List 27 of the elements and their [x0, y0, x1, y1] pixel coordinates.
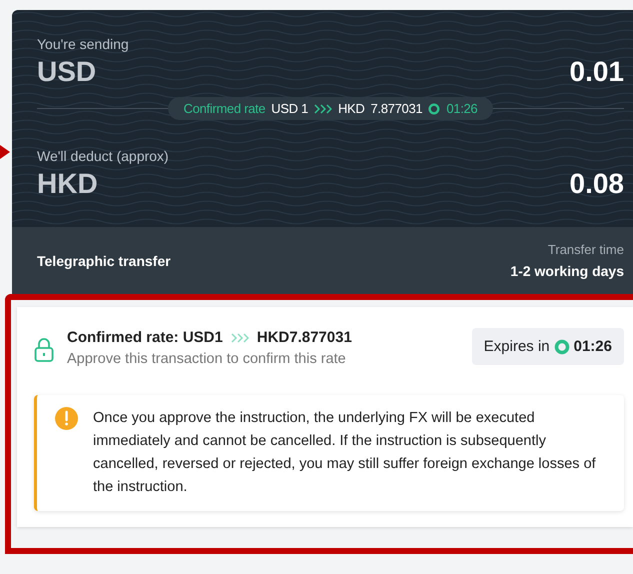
sending-label: You're sending	[37, 36, 130, 52]
rate-timer: 01:26	[446, 101, 478, 116]
rate-value: 7.877031	[370, 101, 422, 116]
deduct-amount: 0.08	[570, 168, 624, 200]
sending-amount: 0.01	[570, 56, 624, 88]
annotation-arrow-icon	[0, 144, 10, 160]
transfer-time-value: 1-2 working days	[510, 263, 624, 279]
confirmed-rate-to: HKD7.877031	[256, 329, 352, 346]
expires-time: 01:26	[574, 338, 612, 355]
warning-icon	[55, 407, 78, 430]
lock-icon	[34, 337, 54, 363]
warning-text: Once you approve the instruction, the underlying FX will be executed immediately and cannot be cancelled. If the instruction is subsequently cancelled, reversed or rejected, you may still suffer foreign exchange losses of the instruction.	[93, 409, 597, 497]
rate-label: Confirmed rate	[183, 101, 266, 116]
rate-from: USD 1	[271, 101, 308, 116]
rate-subtitle: Approve this transaction to confirm this rate	[67, 351, 347, 367]
timer-ring-icon	[554, 338, 570, 354]
deduct-currency: HKD	[37, 168, 98, 200]
expires-label: Expires in	[484, 338, 550, 355]
chevrons-icon	[314, 104, 332, 114]
timer-ring-icon	[428, 102, 440, 114]
transfer-method: Telegraphic transfer	[37, 252, 171, 268]
transfer-time-label: Transfer time	[548, 242, 624, 257]
rate-to-currency: HKD	[338, 101, 365, 116]
confirmed-rate-from: Confirmed rate: USD1	[67, 329, 223, 346]
chevrons-icon	[230, 332, 249, 342]
sending-currency: USD	[37, 56, 96, 88]
deduct-label: We'll deduct (approx)	[37, 148, 170, 164]
